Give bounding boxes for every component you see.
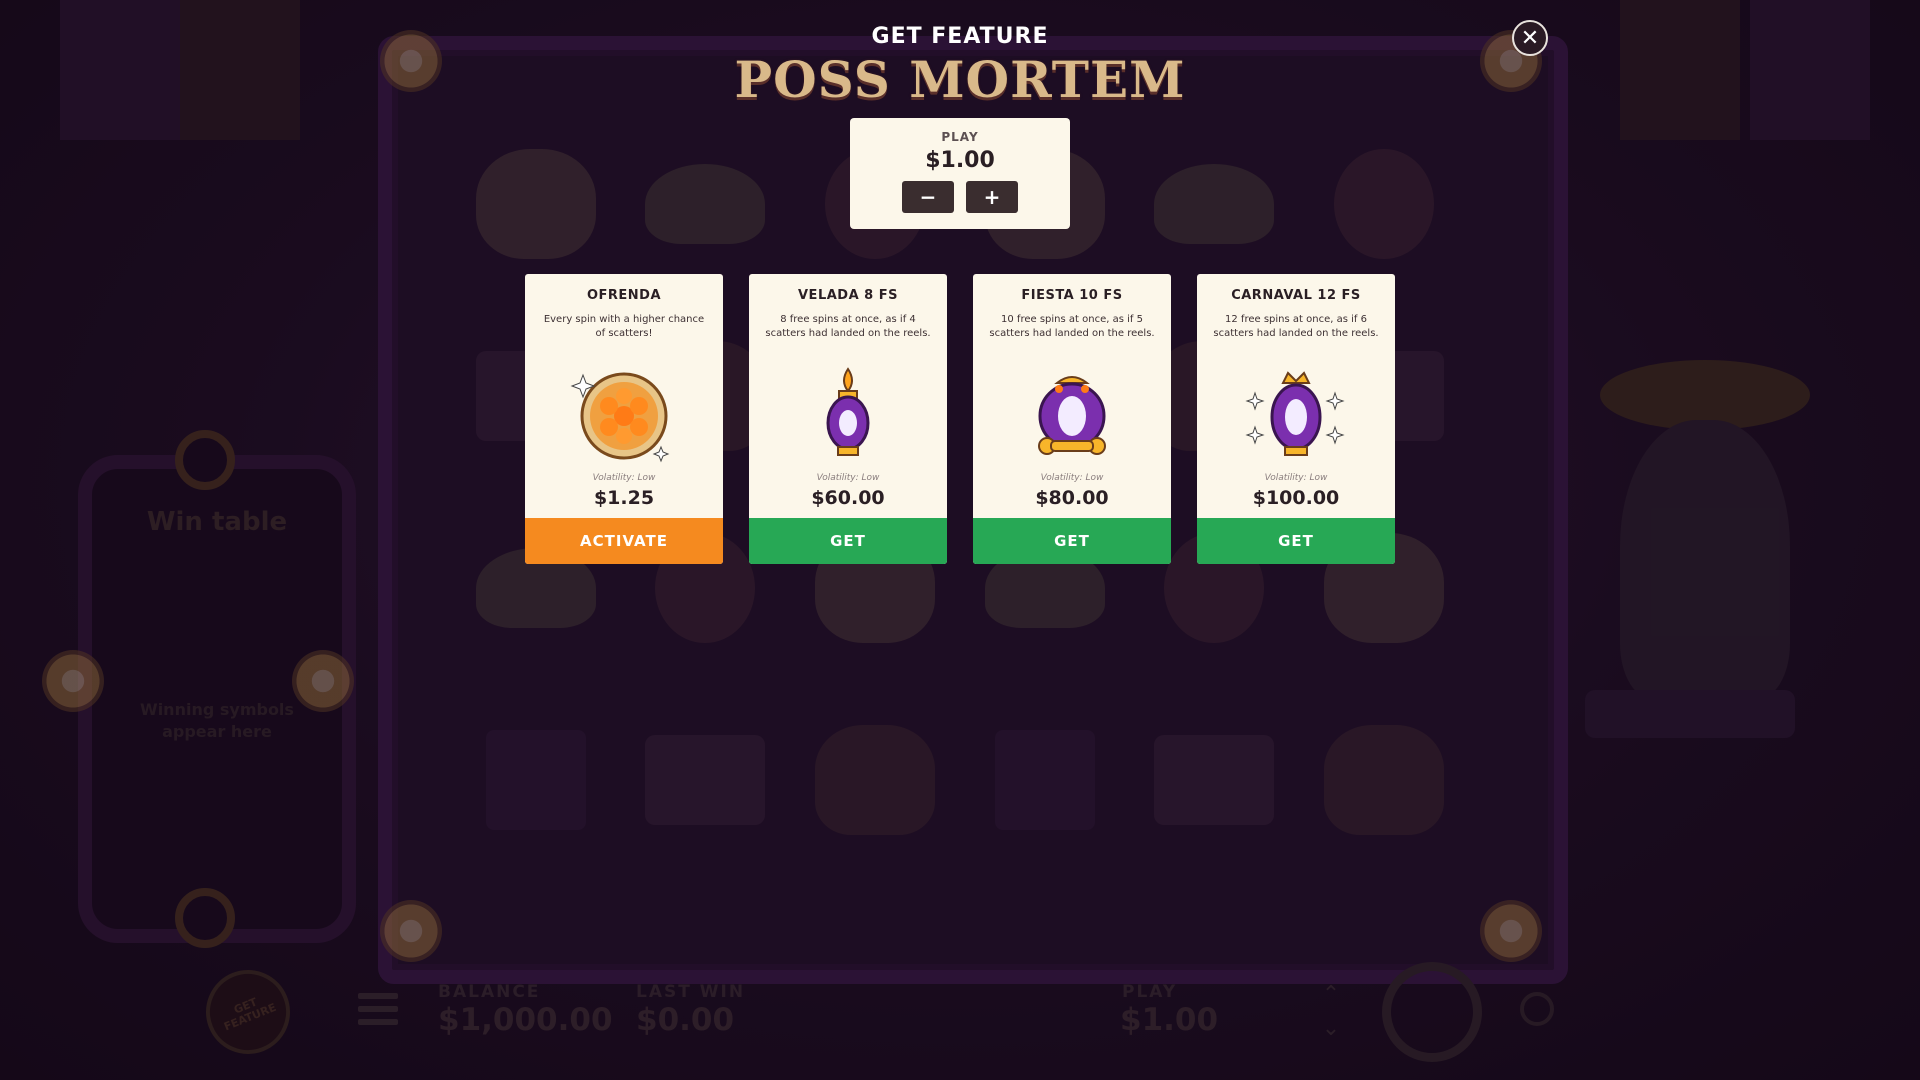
card-title: OFRENDA — [586, 288, 662, 303]
feature-card-ofrenda: OFRENDA Every spin with a higher chance … — [525, 274, 723, 564]
card-volatility: Volatility: Low — [592, 473, 656, 483]
card-description: Every spin with a higher chance of scatt… — [543, 314, 705, 339]
activate-button[interactable]: ACTIVATE — [525, 518, 723, 564]
bet-stepper: − + — [850, 181, 1070, 213]
increase-bet-button[interactable]: + — [966, 181, 1018, 213]
card-description: 8 free spins at once, as if 4 scatters h… — [765, 314, 931, 339]
card-description: 10 free spins at once, as if 5 scatters … — [989, 314, 1155, 339]
card-description: 12 free spins at once, as if 6 scatters … — [1213, 314, 1379, 339]
close-icon: ✕ — [1520, 25, 1540, 51]
feature-card-fiesta: FIESTA 10 FS 10 free spins at once, as i… — [973, 274, 1171, 564]
game-logo: POSS MORTEM — [734, 50, 1186, 109]
card-title: FIESTA 10 FS — [1021, 288, 1123, 303]
card-volatility: Volatility: Low — [1264, 473, 1328, 483]
card-price: $100.00 — [1252, 487, 1340, 509]
play-label: PLAY — [941, 130, 979, 144]
card-volatility: Volatility: Low — [1040, 473, 1104, 483]
crowned-purple-egg-icon — [1241, 361, 1351, 471]
get-button[interactable]: GET — [1197, 518, 1395, 564]
feature-card-carnaval: CARNAVAL 12 FS 12 free spins at once, as… — [1197, 274, 1395, 564]
modal-title: GET FEATURE — [871, 24, 1049, 49]
card-title: VELADA 8 FS — [798, 288, 898, 303]
orange-flower-plate-icon — [569, 361, 679, 471]
card-title: CARNAVAL 12 FS — [1231, 288, 1361, 303]
card-price: $80.00 — [1035, 487, 1109, 509]
purple-lantern-icon — [793, 361, 903, 471]
purple-mirror-icon — [1017, 361, 1127, 471]
card-price: $60.00 — [811, 487, 885, 509]
get-button[interactable]: GET — [973, 518, 1171, 564]
feature-card-velada: VELADA 8 FS 8 free spins at once, as if … — [749, 274, 947, 564]
card-price: $1.25 — [593, 487, 655, 509]
decrease-bet-button[interactable]: − — [902, 181, 954, 213]
card-volatility: Volatility: Low — [816, 473, 880, 483]
close-button[interactable]: ✕ — [1512, 20, 1548, 56]
play-value: $1.00 — [925, 148, 995, 173]
play-panel: PLAY $1.00 − + — [850, 118, 1070, 229]
get-button[interactable]: GET — [749, 518, 947, 564]
